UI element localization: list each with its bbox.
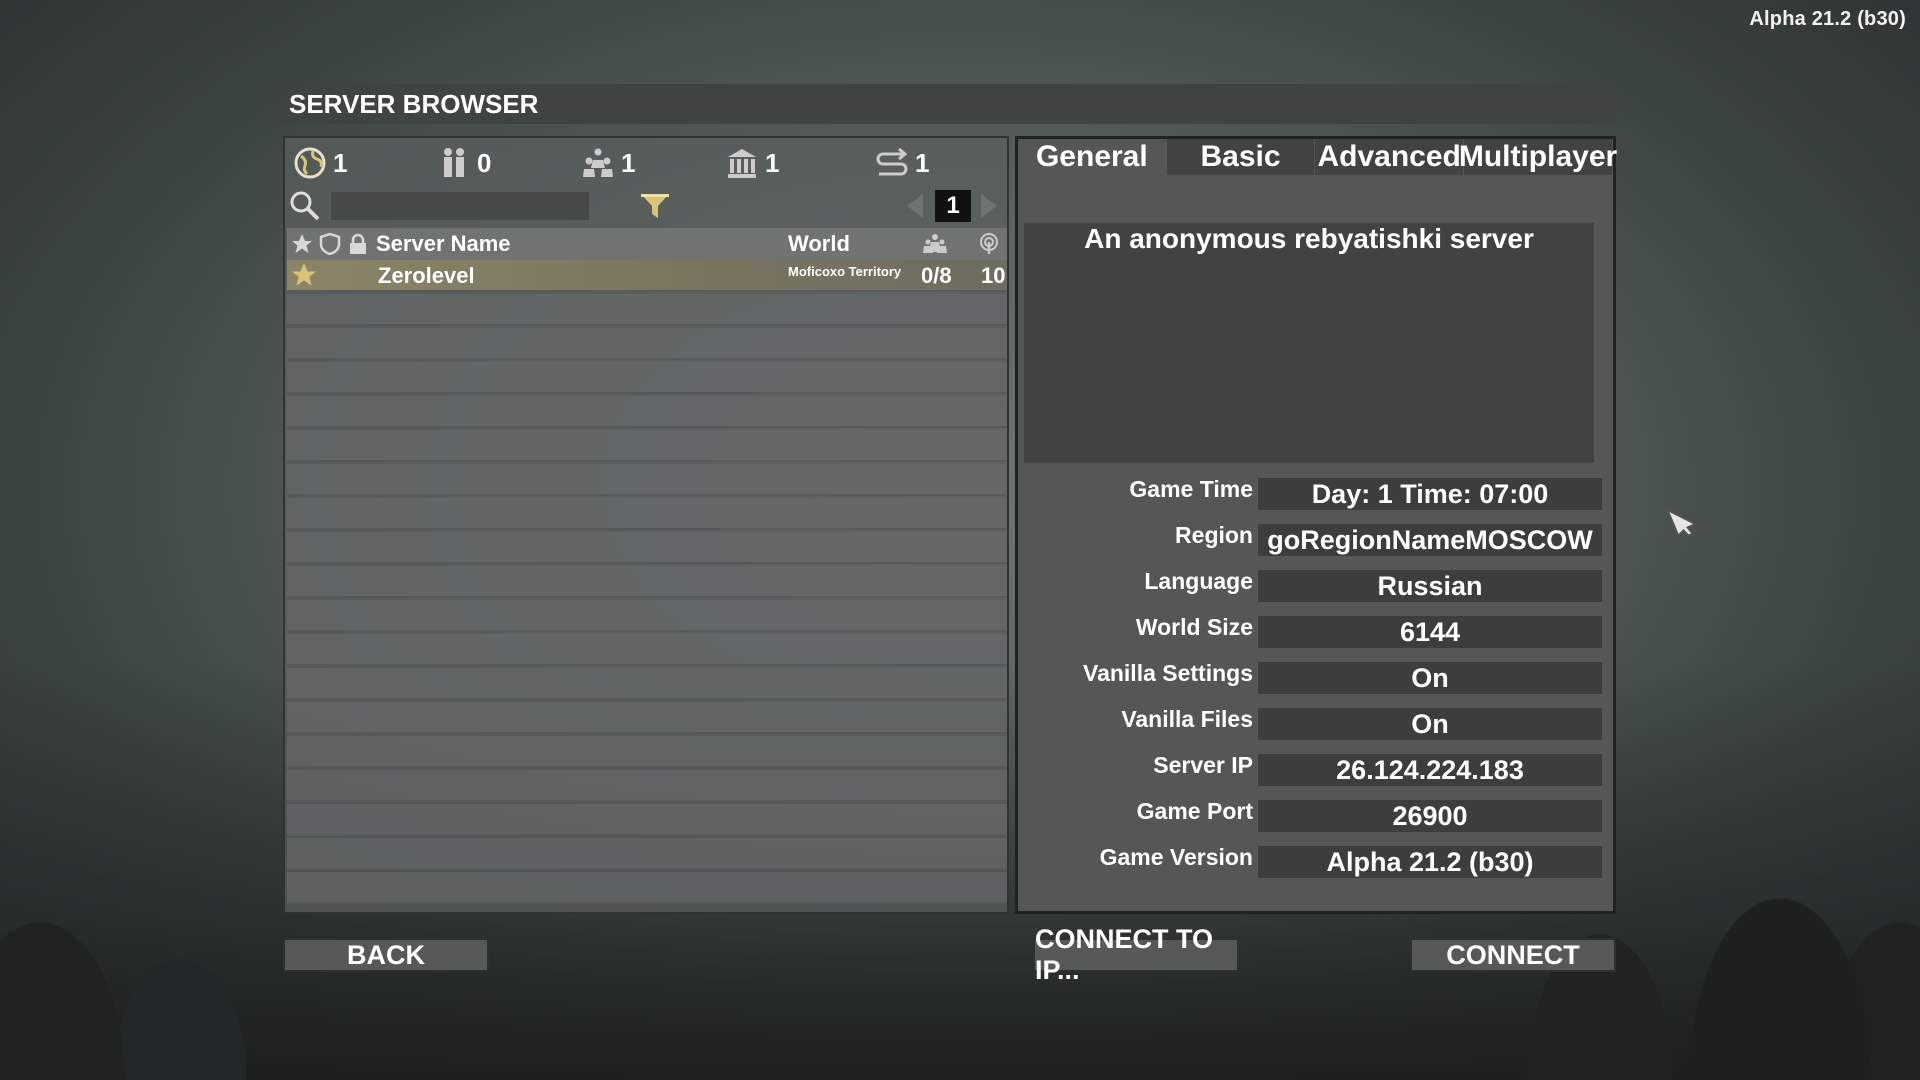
stat-dedicated[interactable]: 1 [725,144,779,182]
anticheat-column-shield-icon[interactable] [319,232,341,256]
table-row-empty [287,362,1007,394]
detail-value: Alpha 21.2 (b30) [1258,846,1602,878]
table-row-empty [287,736,1007,768]
search-input[interactable] [331,192,589,220]
stat-global-count: 1 [333,147,348,178]
detail-label: Game Port [1136,798,1253,824]
detail-value: 26.124.224.183 [1258,754,1602,786]
stat-lan-count: 1 [915,147,930,178]
table-row-empty [287,430,1007,462]
filter-icon[interactable] [639,190,671,222]
detail-row-game-time: Game Time Day: 1 Time: 07:00 [1018,476,1613,510]
connect-to-ip-button[interactable]: CONNECT TO IP... [1033,924,1239,985]
table-row-empty [287,600,1007,632]
table-row-empty [287,566,1007,598]
tab-multiplayer[interactable]: Multiplayer [1459,139,1617,175]
detail-value: Day: 1 Time: 07:00 [1258,478,1602,510]
server-filter-stats: 1 0 1 1 1 [291,144,1001,182]
table-row-empty [287,532,1007,564]
version-label: Alpha 21.2 (b30) [1749,8,1906,30]
server-description: An anonymous rebyatishki server [1084,223,1534,254]
stat-dedicated-count: 1 [765,147,780,178]
detail-value: goRegionNameMOSCOW [1258,524,1602,556]
server-details-panel: General Basic Advanced Multiplayer An an… [1015,136,1617,914]
detail-row-language: Language Russian [1018,568,1613,602]
connect-button[interactable]: CONNECT [1410,938,1616,972]
stat-friends[interactable]: 0 [437,144,491,182]
stat-friends-count: 0 [477,147,492,178]
mouse-cursor-icon [1666,506,1698,537]
column-world[interactable]: World [788,231,850,257]
table-row-empty [287,464,1007,496]
detail-value: 6144 [1258,616,1602,648]
table-row[interactable]: Zerolevel Moficoxo Territory 0/8 10 [287,260,1007,292]
table-row-empty [287,294,1007,326]
column-server-name[interactable]: Server Name [376,231,511,257]
detail-value: On [1258,662,1602,694]
detail-row-vanilla-settings: Vanilla Settings On [1018,660,1613,694]
stat-players-count: 1 [621,147,636,178]
table-row-empty [287,498,1007,530]
table-row-empty [287,396,1007,428]
detail-row-vanilla-files: Vanilla Files On [1018,706,1613,740]
ping-column-icon[interactable] [977,233,999,255]
detail-value: On [1258,708,1602,740]
detail-row-world-size: World Size 6144 [1018,614,1613,648]
server-list-panel: 1 0 1 1 1 1 Server Name World Zerolevel … [283,136,1009,914]
server-world: Moficoxo Territory [788,264,902,279]
detail-row-game-version: Game Version Alpha 21.2 (b30) [1018,844,1613,878]
stat-players[interactable]: 1 [581,144,635,182]
table-row-empty [287,770,1007,802]
window-title: SERVER BROWSER [289,88,539,119]
favorite-star-icon[interactable] [291,262,317,294]
dedicated-server-icon [725,146,759,180]
tab-advanced[interactable]: Advanced [1315,139,1464,175]
favorite-column-star-icon[interactable] [291,233,313,255]
back-button[interactable]: BACK [283,938,489,972]
server-description-box: An anonymous rebyatishki server [1024,223,1594,463]
tab-general[interactable]: General [1018,139,1166,175]
table-row-empty [287,804,1007,836]
detail-label: Vanilla Files [1121,706,1253,732]
stat-global[interactable]: 1 [293,144,347,182]
detail-row-server-ip: Server IP 26.124.224.183 [1018,752,1613,786]
detail-label: Language [1144,568,1253,594]
table-row-empty [287,328,1007,360]
detail-label: Game Version [1099,844,1253,870]
password-column-lock-icon[interactable] [347,233,369,255]
server-ping: 10 [981,263,1006,288]
table-row-empty [287,702,1007,734]
players-column-icon[interactable] [923,233,947,255]
table-row-empty [287,872,1007,904]
detail-label: World Size [1135,614,1253,640]
detail-label: Server IP [1153,752,1253,778]
detail-value: 26900 [1258,800,1602,832]
details-tabs: General Basic Advanced Multiplayer [1018,139,1617,175]
table-row-empty [287,838,1007,870]
tab-basic[interactable]: Basic [1166,139,1315,175]
search-icon [289,190,321,222]
search-row: 1 [289,186,999,226]
page-prev-button[interactable] [903,192,927,220]
detail-label: Region [1175,522,1253,548]
table-row-empty [287,668,1007,700]
window-titlebar: SERVER BROWSER [283,84,1616,124]
players-icon [581,146,615,180]
detail-row-region: Region goRegionNameMOSCOW [1018,522,1613,556]
globe-icon [293,146,327,180]
lan-icon [875,146,909,180]
server-players: 0/8 [921,263,952,288]
friends-icon [437,146,471,180]
detail-label: Vanilla Settings [1083,660,1253,686]
table-row-empty [287,634,1007,666]
page-next-button[interactable] [977,192,1001,220]
page-number: 1 [935,190,971,222]
server-list-header: Server Name World [287,228,1007,260]
server-name: Zerolevel [378,263,475,288]
detail-value: Russian [1258,570,1602,602]
stat-lan[interactable]: 1 [875,144,929,182]
detail-label: Game Time [1129,476,1253,502]
detail-row-game-port: Game Port 26900 [1018,798,1613,832]
